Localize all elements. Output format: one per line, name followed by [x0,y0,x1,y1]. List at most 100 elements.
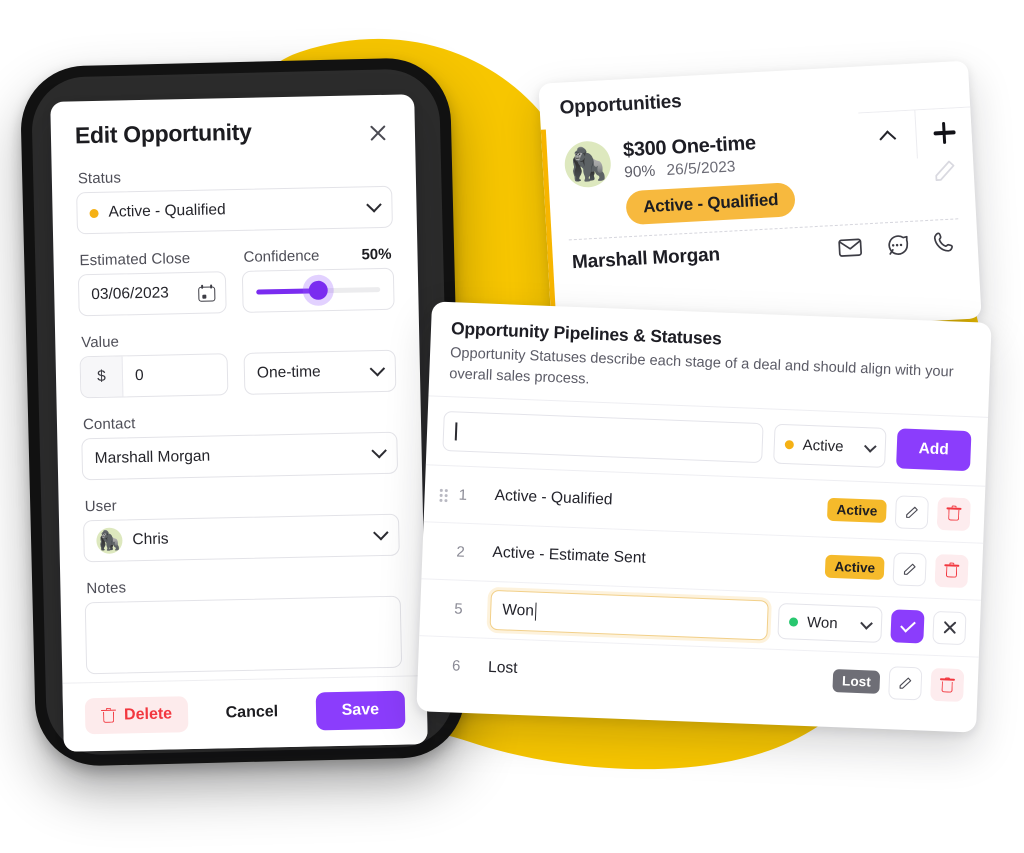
user-value: Chris [132,530,169,549]
status-kind-value: Won [806,613,838,633]
pencil-icon [899,678,912,690]
gorilla-emoji-icon: 🦍 [566,145,609,184]
screenshot-stage: Opportunities 🦍 $300 One-time 90% 26/5/2… [0,0,1024,853]
status-list: 1 Active - Qualified Active 2 Active - E… [417,464,986,716]
delete-button-label: Delete [123,705,173,724]
new-status-kind-select[interactable]: Active [772,424,887,469]
row-order: 1 [458,486,468,504]
phone-icon[interactable] [930,228,958,256]
contact-name: Marshall Morgan [571,243,721,273]
chevron-down-icon [863,439,877,453]
status-badge: Active - Qualified [625,182,797,226]
edit-status-button[interactable] [892,552,927,587]
contact-value: Marshall Morgan [94,447,211,468]
currency-symbol: $ [80,356,124,398]
frequency-value: One-time [256,363,321,382]
chevron-down-icon [860,616,873,630]
drag-handle-placeholder [428,665,442,666]
user-select[interactable]: 🦍 Chris [83,513,400,563]
delete-button[interactable]: Delete [84,696,189,735]
row-order: 6 [451,657,461,676]
estimated-close-field[interactable]: 03/06/2023 [77,271,227,317]
save-button[interactable]: Save [315,690,406,731]
status-value: Active - Qualified [108,201,226,221]
opportunity-date: 26/5/2023 [666,158,736,179]
opportunities-card: Opportunities 🦍 $300 One-time 90% 26/5/2… [538,60,982,342]
status-name-input-value: Won [501,601,535,620]
status-name: Lost [487,658,518,677]
value-label: Value [81,333,120,352]
confirm-edit-button[interactable] [890,609,925,644]
confidence-label: Confidence [243,247,320,266]
chevron-down-icon [369,360,386,377]
cancel-button[interactable]: Cancel [215,694,288,732]
drag-handle-placeholder [430,608,444,609]
trash-icon [939,677,955,694]
estimated-close-value: 03/06/2023 [91,284,170,304]
edit-status-button[interactable] [894,495,929,530]
chevron-down-icon [373,524,389,541]
status-label: Status [77,169,122,188]
edit-opportunity-button[interactable] [931,157,959,189]
opportunity-confidence: 90% [623,162,656,182]
status-kind-select[interactable]: Won [777,603,883,644]
value-amount[interactable]: 0 [123,354,228,396]
status-dot-icon [784,439,794,450]
delete-status-button[interactable] [936,496,971,532]
add-button[interactable]: Add [895,428,972,472]
message-icon[interactable] [883,231,911,259]
confidence-value: 50% [361,245,392,264]
slider-track [256,280,381,301]
avatar: 🦍 [96,527,123,555]
status-select[interactable]: Active - Qualified [76,185,393,235]
status-dot-icon [89,208,99,218]
drag-handle-icon[interactable] [435,489,449,495]
avatar: 🦍 [563,140,612,189]
pipelines-statuses-card: Opportunity Pipelines & Statuses Opportu… [416,301,992,733]
dialog-footer: Delete Cancel Save [62,675,428,752]
notes-textarea[interactable] [84,595,403,675]
contact-actions [836,228,958,262]
pencil-icon [906,506,918,518]
pencil-icon [935,160,955,181]
value-input[interactable]: $ 0 [79,353,229,399]
status-name-input[interactable]: Won [489,590,769,641]
new-status-kind-value: Active [802,436,844,456]
chevron-down-icon [371,442,387,459]
trash-icon [944,562,960,580]
calendar-icon [198,284,216,302]
status-dot-icon [788,617,799,627]
text-cursor [454,422,458,441]
estimated-close-label: Estimated Close [79,249,191,270]
opportunity-item[interactable]: 🦍 $300 One-time 90% 26/5/2023 Active - Q… [541,112,978,277]
chevron-down-icon [366,196,382,213]
new-status-input[interactable] [442,411,764,464]
trash-icon [100,707,117,724]
gorilla-emoji-icon: 🦍 [97,529,122,552]
frequency-select[interactable]: One-time [243,349,397,395]
edit-opportunity-dialog: Edit Opportunity Status Active - Qualifi… [50,94,428,752]
close-icon[interactable] [365,120,392,147]
contact-select[interactable]: Marshall Morgan [81,431,399,481]
edit-status-button[interactable] [888,666,923,701]
row-order: 2 [456,543,466,561]
trash-icon [946,505,962,523]
text-cursor [534,603,537,622]
status-name: Active - Qualified [494,487,613,509]
row-order: 5 [453,600,463,618]
contact-label: Contact [82,415,136,434]
status-badge: Active [824,554,885,580]
slider-handle[interactable] [308,280,328,301]
check-icon [899,617,916,633]
email-icon[interactable] [836,233,864,261]
delete-status-button[interactable] [934,553,969,589]
drag-handle-placeholder [432,551,446,552]
cancel-edit-button[interactable] [932,610,967,646]
status-badge: Active [827,497,887,523]
close-icon [941,620,958,637]
notes-label: Notes [86,579,127,598]
status-name: Active - Estimate Sent [492,544,647,568]
pencil-icon [903,563,916,575]
delete-status-button[interactable] [930,668,965,703]
confidence-slider[interactable] [241,267,395,313]
